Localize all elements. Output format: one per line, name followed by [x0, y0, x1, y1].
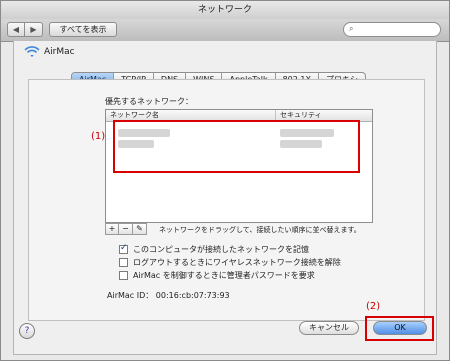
airmac-options: このコンピュータが接続したネットワークを記憶 ログアウトするときにワイヤレスネッ…: [119, 243, 341, 282]
network-preferences-window: ネットワーク ◀ ▶ すべてを表示 ⌕ AirMac AirMac TCP/IP…: [0, 0, 450, 361]
search-field[interactable]: ⌕: [343, 22, 441, 37]
annotation-label-2: (2): [366, 301, 381, 312]
back-button[interactable]: ◀: [7, 22, 25, 37]
help-button[interactable]: ?: [19, 323, 35, 339]
sheet-title: AirMac: [44, 47, 75, 57]
airmac-wifi-icon: [24, 46, 40, 57]
remove-network-button[interactable]: −: [119, 223, 133, 235]
network-list-controls: + − ✎: [105, 223, 147, 235]
disconnect-on-logout-label: ログアウトするときにワイヤレスネットワーク接続を解除: [133, 258, 341, 267]
airmac-settings-panel: 優先するネットワーク： ネットワーク名 セキュリティ (1) + − ✎ ネット…: [28, 79, 425, 321]
airmac-id-value: 00:16:cb:07:73:93: [155, 291, 230, 300]
require-admin-password-checkbox[interactable]: [119, 271, 128, 280]
airmac-id: AirMac ID： 00:16:cb:07:73:93: [107, 290, 230, 301]
remember-networks-label: このコンピュータが接続したネットワークを記憶: [133, 245, 309, 254]
disconnect-on-logout-option[interactable]: ログアウトするときにワイヤレスネットワーク接続を解除: [119, 256, 341, 269]
highlight-box-network-list: [113, 120, 360, 173]
remember-networks-checkbox[interactable]: [119, 243, 128, 254]
toolbar: ◀ ▶ すべてを表示 ⌕: [1, 19, 449, 42]
disconnect-on-logout-checkbox[interactable]: [119, 258, 128, 267]
search-input[interactable]: [360, 24, 434, 35]
airmac-id-label: AirMac ID：: [107, 291, 154, 300]
title-bar: ネットワーク: [1, 1, 449, 20]
sheet-header: AirMac: [14, 41, 436, 65]
require-admin-password-option[interactable]: AirMac を制御するときに管理者パスワードを要求: [119, 269, 341, 282]
reorder-hint: ネットワークをドラッグして、接続したい順序に並べ替えます。: [159, 226, 361, 234]
search-icon: ⌕: [349, 24, 354, 33]
navigation-buttons: ◀ ▶: [7, 22, 43, 37]
annotation-label-1: (1): [91, 131, 106, 142]
require-admin-password-label: AirMac を制御するときに管理者パスワードを要求: [133, 271, 315, 280]
cancel-button[interactable]: キャンセル: [299, 321, 359, 335]
highlight-box-ok-button: [365, 316, 434, 341]
preferred-networks-label: 優先するネットワーク：: [105, 97, 193, 106]
forward-button[interactable]: ▶: [25, 22, 43, 37]
show-all-button[interactable]: すべてを表示: [49, 22, 117, 37]
add-network-button[interactable]: +: [105, 223, 119, 235]
edit-network-button[interactable]: ✎: [133, 223, 147, 235]
window-title: ネットワーク: [197, 5, 252, 15]
remember-networks-option[interactable]: このコンピュータが接続したネットワークを記憶: [119, 243, 341, 256]
